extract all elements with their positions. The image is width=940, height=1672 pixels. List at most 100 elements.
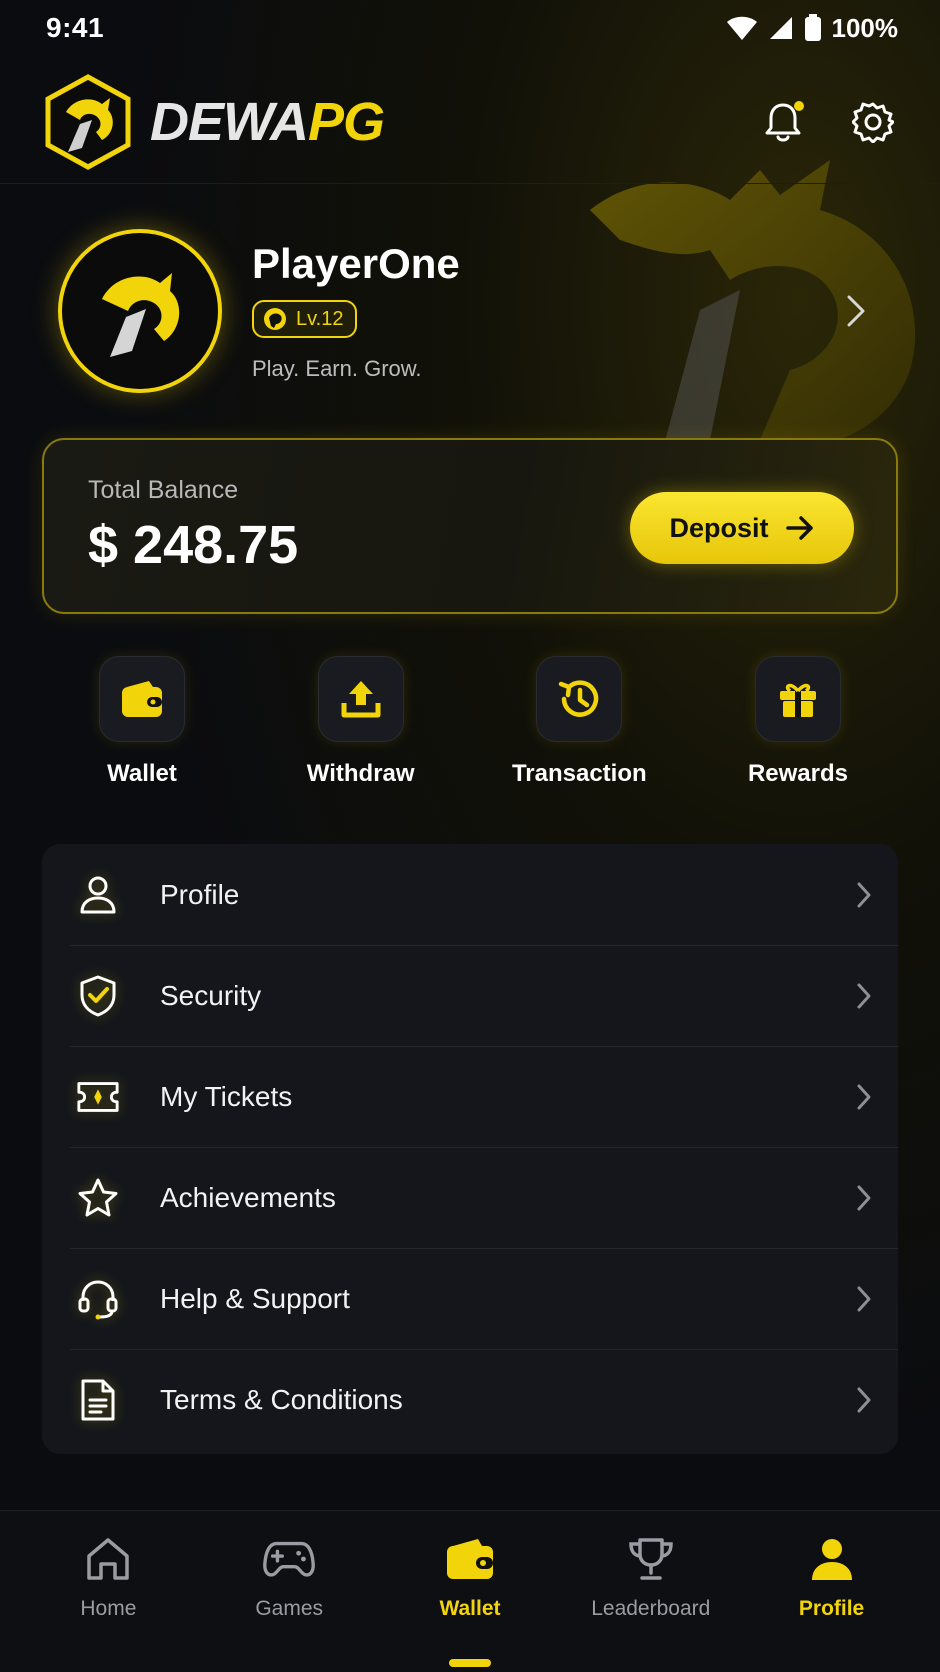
status-indicators: 100%: [726, 12, 899, 44]
star-icon: [78, 1178, 118, 1216]
status-time: 9:41: [46, 12, 105, 43]
nav-item-leaderboard[interactable]: Leaderboard: [566, 1533, 736, 1672]
quick-action-label: Transaction: [511, 760, 647, 787]
quick-action-label: Wallet: [107, 760, 177, 787]
balance-label: Total Balance: [88, 476, 239, 504]
menu-icon: [76, 1378, 120, 1422]
gift-icon: [779, 683, 816, 717]
quick-action-wallet[interactable]: Wallet: [42, 656, 242, 796]
balance-amount: $ 248.75: [88, 515, 299, 575]
bottom-nav: Home Games Wallet Leaderboard Profile: [0, 1510, 940, 1672]
chevron-right-icon: [857, 1387, 871, 1412]
status-bar: 9:41 100%: [0, 0, 940, 56]
menu-icon: [76, 873, 120, 917]
menu-icon: [76, 974, 120, 1018]
ticket-icon: [77, 1081, 119, 1112]
nav-label: Profile: [798, 1597, 865, 1620]
brand-part2: PG: [308, 91, 385, 152]
menu-label: Achievements: [160, 1181, 336, 1213]
quick-action-rewards[interactable]: Rewards: [698, 656, 898, 796]
menu-item-security[interactable]: Security: [42, 945, 898, 1046]
level-label: Lv.12: [296, 307, 344, 330]
nav-icon: [82, 1533, 134, 1585]
quick-action-tile[interactable]: [317, 656, 404, 742]
balance-card: Total Balance $ 248.75 Deposit: [42, 438, 898, 614]
wallet-icon: [446, 1539, 493, 1579]
user-icon: [811, 1539, 852, 1580]
menu-item-achievements[interactable]: Achievements: [42, 1147, 898, 1248]
battery-percent: 100%: [831, 12, 899, 43]
nav-label: Games: [255, 1597, 324, 1620]
deposit-button[interactable]: Deposit: [630, 492, 854, 564]
menu-label: Terms & Conditions: [160, 1383, 403, 1415]
quick-action-tile[interactable]: [754, 656, 841, 742]
home-icon: [87, 1538, 130, 1580]
chevron-right-icon: [857, 1084, 871, 1109]
gear-icon: [852, 102, 894, 143]
profile-info: PlayerOne Lv.12 Play. Earn. Grow.: [252, 240, 460, 382]
chevron-right-icon: [857, 1286, 871, 1311]
quick-action-label: Rewards: [747, 760, 848, 787]
history-icon: [559, 680, 599, 717]
chevron-right-icon: [857, 1185, 871, 1210]
settings-button[interactable]: [850, 99, 896, 145]
nav-icon: [263, 1533, 316, 1585]
dragon-badge-icon: [264, 308, 286, 330]
menu-label: My Tickets: [160, 1080, 293, 1112]
document-icon: [81, 1379, 115, 1420]
notification-dot: [794, 100, 804, 111]
menu-icon: [76, 1277, 120, 1321]
quick-action-withdraw[interactable]: Withdraw: [261, 656, 461, 796]
menu-item-help-support[interactable]: Help & Support: [42, 1248, 898, 1349]
app-header: DEWAPG: [0, 60, 940, 184]
nav-label: Leaderboard: [591, 1597, 711, 1620]
header-actions: [760, 99, 896, 145]
chevron-right-icon: [857, 882, 871, 907]
chevron-right-icon[interactable]: [846, 294, 866, 328]
wallet-icon: [122, 681, 162, 717]
nav-item-profile[interactable]: Profile: [747, 1533, 917, 1672]
level-badge: Lv.12: [252, 300, 358, 338]
arrow-right-icon: [785, 516, 813, 540]
menu-label: Profile: [160, 878, 240, 910]
brand-wordmark: DEWAPG: [150, 91, 385, 153]
nav-item-games[interactable]: Games: [204, 1533, 374, 1672]
menu-icon: [76, 1075, 120, 1119]
profile-tagline: Play. Earn. Grow.: [252, 356, 422, 381]
menu-item-terms[interactable]: Terms & Conditions: [42, 1349, 898, 1450]
notifications-button[interactable]: [760, 99, 806, 145]
headset-icon: [78, 1279, 118, 1319]
nav-icon: [625, 1533, 677, 1585]
menu-item-tickets[interactable]: My Tickets: [42, 1046, 898, 1147]
quick-action-label: Withdraw: [306, 760, 415, 787]
deposit-label: Deposit: [669, 512, 769, 543]
quick-action-transaction[interactable]: Transaction: [479, 656, 679, 796]
quick-action-tile[interactable]: [99, 656, 185, 742]
trophy-icon: [629, 1538, 673, 1580]
signal-icon: [769, 17, 792, 39]
settings-menu: Profile Security My Tickets Achievements: [42, 844, 898, 1454]
gamepad-icon: [263, 1541, 316, 1577]
quick-action-tile[interactable]: [536, 656, 623, 742]
menu-label: Security: [160, 979, 262, 1011]
nav-item-wallet[interactable]: Wallet: [385, 1533, 555, 1672]
battery-icon: [804, 14, 821, 41]
nav-label: Home: [80, 1597, 137, 1620]
avatar[interactable]: [58, 229, 222, 393]
dragon-logo-icon[interactable]: [44, 73, 132, 170]
menu-label: Help & Support: [160, 1282, 350, 1314]
active-tab-indicator: [448, 1659, 491, 1667]
menu-icon: [76, 1176, 120, 1220]
withdraw-icon: [341, 681, 381, 718]
wifi-icon: [726, 16, 757, 40]
user-icon: [80, 876, 116, 913]
profile-header[interactable]: PlayerOne Lv.12 Play. Earn. Grow.: [58, 226, 888, 396]
shield-check-icon: [80, 975, 116, 1016]
nav-icon: [806, 1533, 858, 1585]
nav-label: Wallet: [439, 1597, 501, 1620]
quick-actions: Wallet Withdraw Transaction Rewards: [42, 656, 898, 796]
player-name: PlayerOne: [252, 240, 460, 287]
dragon-avatar-icon: [102, 273, 180, 357]
nav-item-home[interactable]: Home: [23, 1533, 193, 1672]
menu-item-profile[interactable]: Profile: [42, 844, 898, 945]
